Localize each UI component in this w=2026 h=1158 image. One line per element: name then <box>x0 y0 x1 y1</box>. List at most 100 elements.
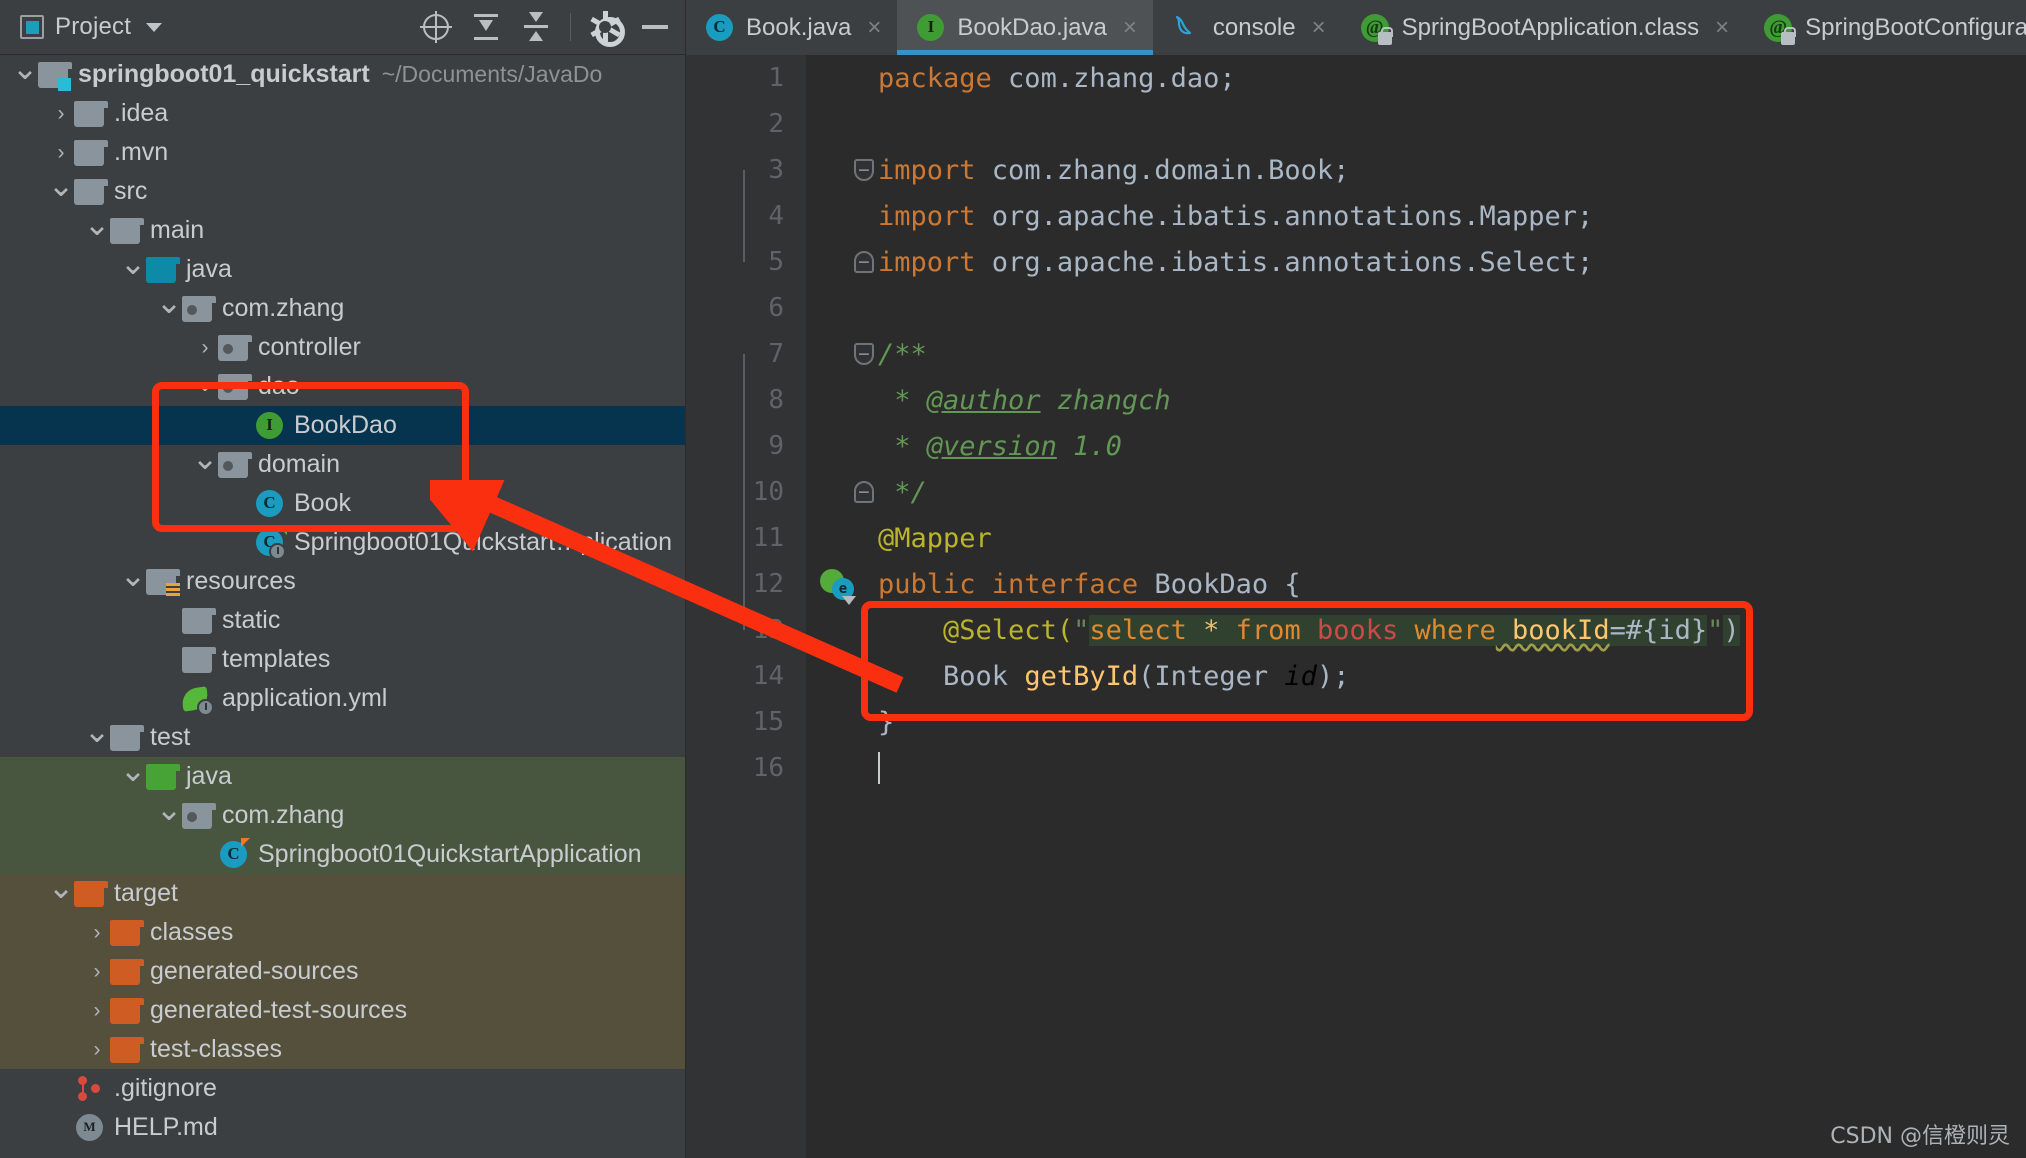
tree-node-controller[interactable]: › controller <box>0 328 685 367</box>
chevron-right-icon[interactable]: › <box>84 1039 110 1060</box>
tree-node-idea[interactable]: › .idea <box>0 94 685 133</box>
chevron-down-icon[interactable]: ⌄ <box>156 793 183 828</box>
code-line[interactable]: 6 <box>686 285 2026 331</box>
line-number: 16 <box>752 753 784 783</box>
tree-node-springboot01quickstart-plication[interactable]: ›CSpringboot01Quickstart…plication <box>0 523 685 562</box>
tree-node-com-zhang[interactable]: ⌄ com.zhang <box>0 793 685 835</box>
chevron-right-icon[interactable]: › <box>84 922 110 943</box>
close-icon[interactable]: × <box>1715 14 1729 42</box>
code-token: org.apache.ibatis.annotations.Mapper; <box>975 200 1594 232</box>
code-lines[interactable]: 1 package com.zhang.dao; 2 3− import com.zha… <box>686 55 2026 1158</box>
chevron-right-icon[interactable]: › <box>48 142 74 163</box>
tree-node-mvn[interactable]: › .mvn <box>0 133 685 172</box>
tree-node-bookdao[interactable]: ›IBookDao <box>0 406 685 445</box>
code-line[interactable]: 3− import com.zhang.domain.Book; <box>686 147 2026 193</box>
chevron-right-icon[interactable]: › <box>192 337 218 358</box>
editor-tab-springbootconfiguratio[interactable]: @ SpringBootConfiguratio <box>1745 0 2026 55</box>
tree-node-springboot01quickstartapplication[interactable]: ›CSpringboot01QuickstartApplication <box>0 835 685 874</box>
code-line[interactable]: 4 import org.apache.ibatis.annotations.Ma… <box>686 193 2026 239</box>
editor-tab-label: console <box>1212 13 1296 41</box>
tree-node-label: generated-test-sources <box>150 996 408 1024</box>
tree-node-java[interactable]: ⌄ java <box>0 754 685 796</box>
chevron-down-icon[interactable]: ⌄ <box>120 247 147 282</box>
chevron-right-icon[interactable]: › <box>48 103 74 124</box>
code-token: @version <box>926 430 1057 462</box>
chevron-down-icon[interactable]: ⌄ <box>84 715 111 750</box>
code-line-text <box>868 752 880 785</box>
line-number: 10 <box>752 477 784 507</box>
code-line[interactable]: 15} <box>686 699 2026 745</box>
tree-node-resources[interactable]: ⌄ resources <box>0 559 685 601</box>
tree-node-generated-sources[interactable]: › generated-sources <box>0 952 685 991</box>
code-line[interactable]: 14 Book getById(Integer id); <box>686 653 2026 699</box>
locate-icon[interactable] <box>420 11 452 43</box>
tree-node-classes[interactable]: › classes <box>0 913 685 952</box>
code-line[interactable]: 9 * @version 1.0 <box>686 423 2026 469</box>
code-line[interactable]: 5− import org.apache.ibatis.annotations.S… <box>686 239 2026 285</box>
chevron-down-icon[interactable]: ⌄ <box>48 169 75 204</box>
editor-tab-console[interactable]: console × <box>1153 0 1342 55</box>
chevron-down-icon[interactable]: ⌄ <box>192 442 219 477</box>
tree-node-target[interactable]: ⌄ target <box>0 871 685 913</box>
tree-node-label: application.yml <box>222 684 388 712</box>
close-icon[interactable]: × <box>1123 14 1137 42</box>
code-line[interactable]: 10− */ <box>686 469 2026 515</box>
chevron-down-icon[interactable] <box>146 22 163 32</box>
code-line[interactable]: 11 @Mapper <box>686 515 2026 561</box>
collapse-all-icon[interactable] <box>520 11 552 43</box>
chevron-down-icon[interactable]: ⌄ <box>12 55 39 87</box>
tree-node-test-classes[interactable]: › test-classes <box>0 1030 685 1069</box>
gear-icon[interactable] <box>589 11 625 47</box>
chevron-down-icon[interactable]: ⌄ <box>48 871 75 906</box>
tree-node-gitignore[interactable]: ›.gitignore <box>0 1069 685 1108</box>
tree-node-dao[interactable]: ⌄ dao <box>0 364 685 406</box>
tree-node-generated-test-sources[interactable]: › generated-test-sources <box>0 991 685 1030</box>
spring-bean-navigate-icon[interactable]: e <box>806 567 868 605</box>
code-editor[interactable]: 1 package com.zhang.dao; 2 3− import com.zha… <box>686 55 2026 1158</box>
project-tool-window: Project ⌄ springboot01_quickstart ~/Docume… <box>0 0 686 1158</box>
tree-node-label: target <box>114 879 178 907</box>
chevron-down-icon[interactable]: ⌄ <box>156 286 183 321</box>
editor-tab-label: Book.java <box>746 13 852 41</box>
tree-node-domain[interactable]: ⌄ domain <box>0 442 685 484</box>
tree-node-templates[interactable]: ›templates <box>0 640 685 679</box>
tree-node-main[interactable]: ⌄ main <box>0 208 685 250</box>
code-line[interactable]: 7−/** <box>686 331 2026 377</box>
tree-node-label: resources <box>186 567 296 595</box>
chevron-right-icon[interactable]: › <box>84 1000 110 1021</box>
tree-node-help-md[interactable]: ›MHELP.md <box>0 1108 685 1147</box>
editor-tab-bookdao-java[interactable]: I BookDao.java × <box>897 0 1154 55</box>
code-line[interactable]: 1 package com.zhang.dao; <box>686 55 2026 101</box>
chevron-down-icon[interactable]: ⌄ <box>84 208 111 243</box>
code-line[interactable]: 2 <box>686 101 2026 147</box>
code-token: } <box>878 706 895 738</box>
code-line[interactable]: 13 @Select("select * from books where bo… <box>686 607 2026 653</box>
project-title-group[interactable]: Project <box>20 13 163 41</box>
editor-tab-book-java[interactable]: C Book.java × <box>686 0 897 55</box>
code-line[interactable]: 8 * @author zhangch <box>686 377 2026 423</box>
tree-node-springboot01-quickstart[interactable]: ⌄ springboot01_quickstart ~/Documents/Java… <box>0 55 685 94</box>
project-tree[interactable]: ⌄ springboot01_quickstart ~/Documents/Java… <box>0 55 685 1158</box>
close-icon[interactable]: × <box>867 14 881 42</box>
code-token: BookDao { <box>1138 568 1301 600</box>
tree-node-static[interactable]: ›static <box>0 601 685 640</box>
tree-node-com-zhang[interactable]: ⌄ com.zhang <box>0 286 685 328</box>
chevron-down-icon[interactable]: ⌄ <box>192 364 219 399</box>
minimize-icon[interactable] <box>639 11 671 43</box>
code-token: * <box>878 430 927 462</box>
tree-node-java[interactable]: ⌄ java <box>0 247 685 289</box>
close-icon[interactable]: × <box>1312 14 1326 42</box>
chevron-down-icon[interactable]: ⌄ <box>120 559 147 594</box>
chevron-down-icon[interactable]: ⌄ <box>120 754 147 789</box>
tree-node-test[interactable]: ⌄ test <box>0 715 685 757</box>
expand-all-icon[interactable] <box>470 11 502 43</box>
editor-tab-springbootapplication-class[interactable]: @ SpringBootApplication.class × <box>1342 0 1746 55</box>
editor-tab-bar[interactable]: C Book.java × I BookDao.java × console × @ Spring… <box>686 0 2026 55</box>
code-token: * <box>1186 614 1236 646</box>
chevron-right-icon[interactable]: › <box>84 961 110 982</box>
excluded-folder-icon <box>110 919 144 946</box>
folder-icon <box>110 724 144 751</box>
code-line[interactable]: 16 <box>686 745 2026 791</box>
code-line[interactable]: 12 e public interface BookDao { <box>686 561 2026 607</box>
tree-node-book[interactable]: ›CBook <box>0 484 685 523</box>
